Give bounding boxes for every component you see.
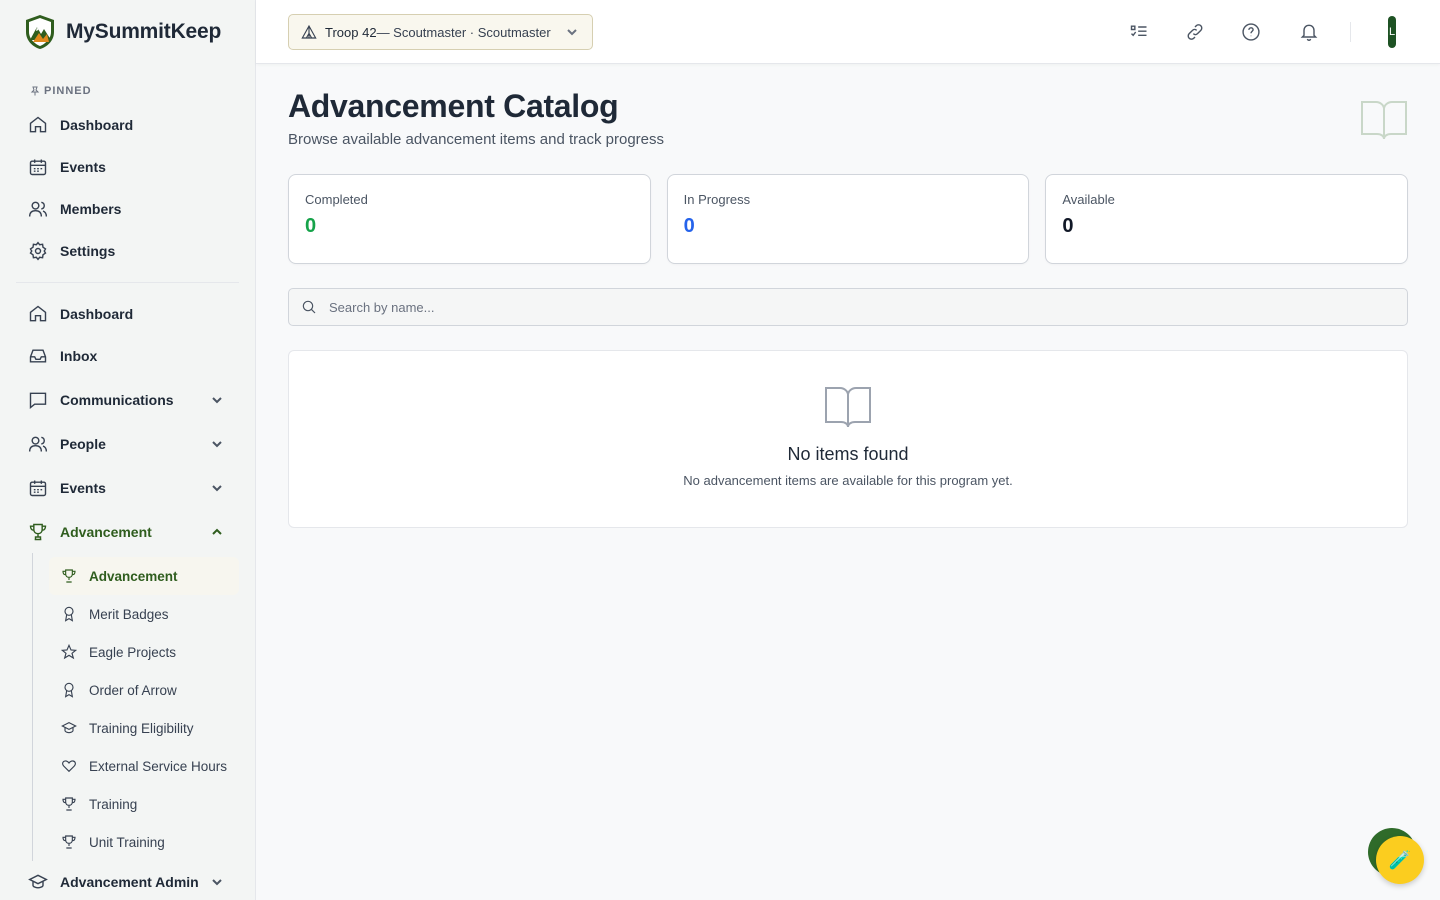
graduation-cap-icon — [28, 874, 48, 889]
calendar-icon — [29, 480, 47, 497]
sidebar: MySummitKeep PINNED Dashboard Events Mem… — [0, 0, 256, 900]
stat-label: In Progress — [683, 192, 751, 207]
topbar: Troop 42 — Scoutmaster · Scoutmaster L — [256, 0, 1440, 64]
notifications-button[interactable] — [1295, 18, 1323, 46]
brand-name: MySummitKeep — [66, 20, 222, 43]
gear-icon — [29, 241, 47, 261]
users-icon — [28, 201, 48, 217]
sidebar-item-inbox[interactable]: Inbox — [0, 335, 255, 377]
sidebar-item-advancement-admin[interactable]: Advancement Admin — [0, 861, 255, 900]
unit-role: — Scoutmaster · Scoutmaster — [376, 24, 551, 40]
chevron-down-icon — [212, 397, 222, 404]
stat-card-completed: Completed 0 — [288, 174, 651, 264]
heart-icon — [62, 760, 76, 773]
home-icon — [29, 116, 47, 133]
pinned-item-events[interactable]: Events — [0, 146, 255, 188]
link-icon — [1187, 24, 1203, 40]
help-circle-icon — [1242, 23, 1260, 41]
unit-selector[interactable]: Troop 42 — Scoutmaster · Scoutmaster — [288, 14, 593, 50]
user-avatar[interactable]: L — [1388, 16, 1396, 48]
help-button[interactable] — [1237, 18, 1265, 46]
advancement-submenu: Advancement Merit Badges Eagle Projects … — [32, 553, 255, 861]
page-title: Advancement Catalog — [288, 88, 619, 124]
trophy-icon — [62, 797, 76, 811]
sub-item-training[interactable]: Training — [49, 785, 239, 823]
sub-item-merit-badges[interactable]: Merit Badges — [49, 595, 239, 633]
topbar-separator — [1350, 22, 1351, 42]
search-icon — [302, 300, 316, 314]
empty-state: No items found No advancement items are … — [288, 350, 1408, 528]
pinned-item-settings[interactable]: Settings — [0, 230, 255, 272]
unit-name: Troop 42 — [325, 24, 377, 40]
inbox-icon — [29, 349, 47, 363]
search-input[interactable] — [329, 299, 1329, 315]
trophy-icon — [62, 569, 76, 583]
stat-value: 0 — [305, 215, 317, 237]
open-book-icon — [825, 387, 871, 428]
sub-item-eagle-projects[interactable]: Eagle Projects — [49, 633, 239, 671]
sidebar-item-events[interactable]: Events — [0, 467, 255, 509]
sub-item-external-service-hours[interactable]: External Service Hours — [49, 747, 239, 785]
chevron-up-icon — [212, 528, 222, 535]
award-icon — [64, 682, 74, 698]
search-box[interactable] — [288, 288, 1408, 326]
stat-card-in-progress: In Progress 0 — [666, 174, 1030, 264]
pinned-item-members[interactable]: Members — [0, 188, 255, 230]
page-subtitle: Browse available advancement items and t… — [288, 131, 665, 148]
message-icon — [29, 392, 47, 409]
open-book-icon — [1361, 101, 1407, 140]
sidebar-item-communications[interactable]: Communications — [0, 379, 255, 421]
sidebar-item-advancement[interactable]: Advancement — [0, 511, 255, 553]
sub-item-training-eligibility[interactable]: Training Eligibility — [49, 709, 239, 747]
pin-icon — [30, 86, 40, 96]
bell-icon — [1300, 24, 1318, 42]
trophy-icon — [62, 835, 76, 849]
stat-label: Available — [1062, 192, 1115, 207]
link-button[interactable] — [1181, 18, 1209, 46]
graduation-cap-icon — [61, 722, 77, 734]
home-icon — [29, 305, 47, 322]
test-tube-icon: 🧪 — [1388, 849, 1412, 870]
star-icon — [61, 644, 77, 660]
task-list-button[interactable] — [1125, 18, 1153, 46]
calendar-icon — [29, 159, 47, 176]
chevron-down-icon — [212, 879, 222, 886]
pinned-section-label: PINNED — [0, 84, 255, 98]
sub-item-unit-training[interactable]: Unit Training — [49, 823, 239, 861]
users-icon — [28, 436, 48, 452]
sidebar-item-people[interactable]: People — [0, 423, 255, 465]
sub-item-advancement[interactable]: Advancement — [49, 557, 239, 595]
empty-state-description: No advancement items are available for t… — [683, 473, 1013, 488]
stat-label: Completed — [305, 192, 368, 207]
pinned-item-dashboard[interactable]: Dashboard — [0, 104, 255, 146]
mountain-shield-logo — [26, 15, 54, 49]
chevron-down-icon — [212, 485, 222, 492]
sub-item-order-of-arrow[interactable]: Order of Arrow — [49, 671, 239, 709]
stats-row: Completed 0 In Progress 0 Available 0 — [288, 174, 1409, 264]
chevron-down-icon — [212, 441, 222, 448]
main-content: Advancement Catalog Browse available adv… — [288, 64, 1409, 528]
stat-value: 0 — [1062, 215, 1074, 237]
award-icon — [64, 606, 74, 622]
sidebar-divider — [16, 282, 239, 283]
stat-value: 0 — [683, 215, 695, 237]
empty-state-title: No items found — [787, 444, 909, 464]
list-checks-icon — [1130, 25, 1147, 37]
brand[interactable]: MySummitKeep — [0, 0, 255, 64]
chevron-down-icon — [567, 29, 577, 36]
tent-icon — [301, 24, 317, 39]
sidebar-item-dashboard[interactable]: Dashboard — [0, 293, 255, 335]
stat-card-available: Available 0 — [1045, 174, 1409, 264]
test-tube-fab-button[interactable]: 🧪 — [1376, 836, 1424, 884]
trophy-icon — [29, 523, 47, 541]
